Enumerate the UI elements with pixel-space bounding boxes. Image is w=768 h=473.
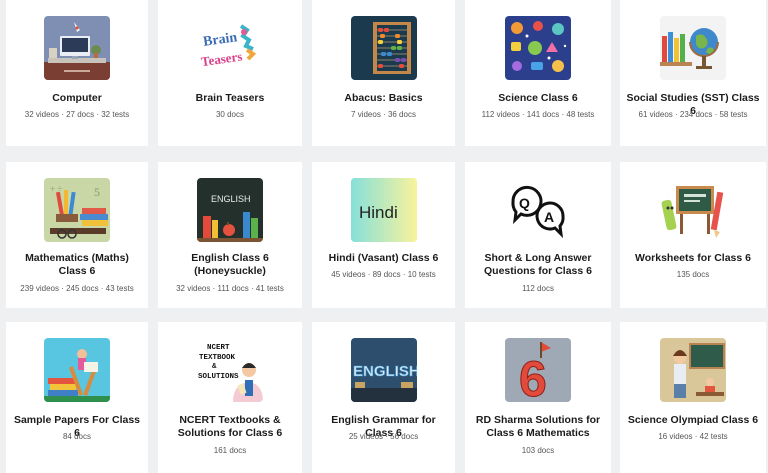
brain-teasers-logo-icon: Brain Teasers bbox=[197, 16, 263, 80]
course-card[interactable]: Q A Short & Long Answer Questions for Cl… bbox=[465, 162, 611, 308]
hindi-text-icon: Hindi bbox=[350, 178, 417, 242]
course-meta: 239 videos · 245 docs · 43 tests bbox=[20, 284, 134, 293]
course-meta: 25 videos · 56 docs bbox=[348, 432, 419, 441]
course-title: Hindi (Vasant) Class 6 bbox=[328, 252, 439, 264]
course-card[interactable]: Science Class 6 112 videos · 141 docs · … bbox=[465, 0, 611, 146]
course-card[interactable]: ENGLISH English Grammar for Class 6 25 v… bbox=[312, 322, 455, 473]
abacus-icon bbox=[350, 16, 417, 80]
course-card[interactable]: Computer 32 videos · 27 docs · 32 tests bbox=[6, 0, 148, 146]
course-meta: 112 videos · 141 docs · 48 tests bbox=[481, 110, 595, 119]
computer-desk-icon bbox=[44, 16, 110, 80]
course-meta: 161 docs bbox=[213, 446, 247, 455]
svg-text:5: 5 bbox=[94, 185, 100, 199]
art-text-a: A bbox=[544, 209, 554, 225]
course-meta: 84 docs bbox=[62, 432, 92, 441]
art-text-line-4: SOLUTIONS bbox=[198, 373, 239, 381]
course-card[interactable]: 5 + ÷ Mathematics (Maths) Class 6 239 vi… bbox=[6, 162, 148, 308]
art-text-line-1: NCERT bbox=[207, 344, 230, 352]
sample-papers-books-icon bbox=[44, 338, 110, 402]
course-meta: 16 videos · 42 tests bbox=[658, 432, 728, 441]
course-meta: 45 videos · 89 docs · 10 tests bbox=[331, 270, 436, 279]
course-title: Brain Teasers bbox=[195, 92, 265, 104]
course-card[interactable]: Hindi Hindi (Vasant) Class 6 45 videos ·… bbox=[312, 162, 455, 308]
course-title: Worksheets for Class 6 bbox=[635, 252, 751, 264]
course-meta: 135 docs bbox=[676, 270, 710, 279]
english-letters-icon: ENGLISH bbox=[350, 338, 417, 402]
course-meta: 103 docs bbox=[521, 446, 555, 455]
course-title: Science Olympiad Class 6 bbox=[627, 414, 759, 426]
ncert-solutions-icon: NCERT TEXTBOOK & SOLUTIONS bbox=[197, 338, 263, 402]
art-text: 6 bbox=[519, 351, 547, 402]
globe-icon bbox=[660, 16, 726, 80]
course-title: RD Sharma Solutions for Class 6 Mathemat… bbox=[475, 414, 601, 439]
course-card[interactable]: Brain Teasers Brain Teasers 30 docs bbox=[158, 0, 302, 146]
teacher-classroom-icon bbox=[660, 338, 726, 402]
art-text: ENGLISH bbox=[211, 194, 251, 204]
course-title: NCERT Textbooks & Solutions for Class 6 bbox=[177, 414, 283, 439]
course-card[interactable]: Social Studies (SST) Class 6 61 videos ·… bbox=[620, 0, 766, 146]
number-six-icon: 6 bbox=[505, 338, 571, 402]
art-text: Hindi bbox=[359, 203, 398, 222]
course-card[interactable]: NCERT TEXTBOOK & SOLUTIONS NCERT Textboo… bbox=[158, 322, 302, 473]
art-text-line-2: TEXTBOOK bbox=[199, 354, 236, 362]
course-title: Abacus: Basics bbox=[344, 92, 423, 104]
worksheets-board-icon bbox=[660, 178, 726, 242]
course-title: Short & Long Answer Questions for Class … bbox=[484, 252, 592, 277]
course-meta: 61 videos · 234 docs · 58 tests bbox=[638, 110, 748, 119]
course-meta: 32 videos · 111 docs · 41 tests bbox=[176, 284, 284, 293]
course-meta: 112 docs bbox=[522, 284, 554, 293]
art-text-q: Q bbox=[519, 195, 530, 211]
math-books-icon: 5 + ÷ bbox=[44, 178, 110, 242]
art-text: ENGLISH bbox=[353, 363, 417, 380]
course-card[interactable]: 6 RD Sharma Solutions for Class 6 Mathem… bbox=[465, 322, 611, 473]
course-card[interactable]: Worksheets for Class 6 135 docs bbox=[620, 162, 766, 308]
qa-bubbles-icon: Q A bbox=[505, 178, 571, 242]
english-blackboard-icon: ENGLISH bbox=[197, 178, 263, 242]
course-meta: 30 docs bbox=[215, 110, 245, 119]
science-stickers-icon bbox=[505, 16, 571, 80]
course-title: Mathematics (Maths) Class 6 bbox=[25, 252, 129, 277]
course-meta: 7 videos · 36 docs bbox=[351, 110, 416, 119]
art-text-line-3: & bbox=[212, 363, 217, 371]
course-card[interactable]: Sample Papers For Class 6 84 docs bbox=[6, 322, 148, 473]
course-title: English Class 6 (Honeysuckle) bbox=[191, 252, 269, 277]
course-meta: 32 videos · 27 docs · 32 tests bbox=[24, 110, 130, 119]
course-card[interactable]: ENGLISH English Class 6 (Honeysuckle) 32… bbox=[158, 162, 302, 308]
course-title: Computer bbox=[52, 92, 102, 104]
course-card[interactable]: Science Olympiad Class 6 16 videos · 42 … bbox=[620, 322, 766, 473]
course-card[interactable]: Abacus: Basics 7 videos · 36 docs bbox=[312, 0, 455, 146]
course-title: Science Class 6 bbox=[498, 92, 578, 104]
